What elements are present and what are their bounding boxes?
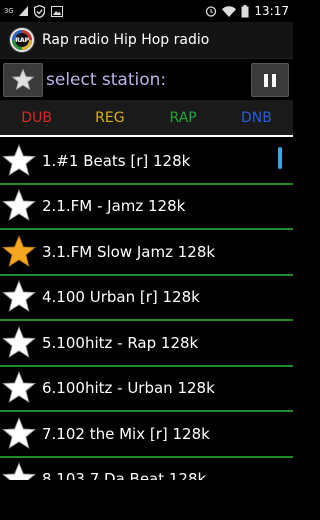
list-scrollbar[interactable] (278, 147, 282, 169)
station-name: 5.100hitz - Rap 128k (42, 333, 199, 352)
image-icon (51, 5, 64, 17)
star-icon (2, 462, 36, 480)
tab-reg[interactable]: REG (73, 100, 146, 135)
station-toolbar: select station: (0, 58, 293, 100)
star-icon (11, 68, 35, 91)
star-icon (2, 280, 36, 313)
alarm-icon (205, 5, 217, 17)
star-icon (2, 234, 36, 267)
station-row[interactable]: 2.1.FM - Jamz 128k (0, 185, 293, 230)
tab-label: RAP (169, 109, 197, 126)
station-name: 8.103.7 Da Beat 128k (42, 470, 207, 480)
station-row[interactable]: 7.102 the Mix [r] 128k (0, 412, 293, 458)
pause-button[interactable] (251, 63, 289, 97)
tab-label: DUB (21, 109, 52, 126)
favorite-toggle[interactable] (0, 143, 42, 179)
station-name: 1.#1 Beats [r] 128k (42, 151, 191, 170)
star-icon (2, 189, 36, 222)
favorite-toggle[interactable] (0, 325, 42, 361)
status-bar: 3G 13:17 (0, 0, 293, 22)
app-title: Rap radio Hip Hop radio (42, 32, 210, 48)
pause-icon-bar-right (272, 73, 276, 87)
station-name: 6.100hitz - Urban 128k (42, 379, 215, 398)
favorite-toggle[interactable] (0, 188, 42, 224)
wifi-icon (222, 5, 237, 17)
favorite-toggle[interactable] (0, 461, 42, 480)
station-row[interactable]: 8.103.7 Da Beat 128k (0, 458, 293, 480)
favorite-toggle[interactable] (0, 370, 42, 406)
star-icon (2, 325, 36, 358)
station-name: 3.1.FM Slow Jamz 128k (42, 242, 216, 261)
action-bar: RAP Rap radio Hip Hop radio (0, 22, 293, 58)
app-logo[interactable]: RAP (10, 28, 34, 52)
star-icon (2, 371, 36, 404)
shield-check-icon (34, 4, 46, 18)
bottom-blank-area (0, 480, 293, 520)
favorites-button[interactable] (3, 63, 43, 97)
station-list[interactable]: 1.#1 Beats [r] 128k 2.1.FM - Jamz 128k 3… (0, 139, 293, 480)
pause-icon-bar-left (264, 73, 268, 87)
station-name: 7.102 the Mix [r] 128k (42, 424, 210, 443)
tab-label: DNB (240, 109, 272, 126)
star-icon (2, 143, 36, 176)
genre-tabs: DUB REG RAP DNB (0, 100, 293, 137)
favorite-toggle[interactable] (0, 279, 42, 315)
star-icon (2, 416, 36, 449)
tab-dnb[interactable]: DNB (220, 100, 293, 135)
station-name: 4.100 Urban [r] 128k (42, 288, 200, 307)
station-row[interactable]: 3.1.FM Slow Jamz 128k (0, 230, 293, 276)
station-row[interactable]: 1.#1 Beats [r] 128k (0, 139, 293, 185)
tab-label: REG (95, 109, 125, 126)
favorite-toggle[interactable] (0, 234, 42, 270)
station-row[interactable]: 6.100hitz - Urban 128k (0, 367, 293, 412)
signal-icon (19, 6, 29, 16)
battery-icon (241, 4, 249, 18)
station-row[interactable]: 5.100hitz - Rap 128k (0, 321, 293, 367)
select-station-label[interactable]: select station: (46, 70, 166, 90)
station-row[interactable]: 4.100 Urban [r] 128k (0, 276, 293, 321)
logo-text: RAP (15, 36, 29, 44)
tab-rap[interactable]: RAP (147, 100, 220, 135)
favorite-toggle[interactable] (0, 416, 42, 452)
station-name: 2.1.FM - Jamz 128k (42, 197, 186, 216)
network-type: 3G (4, 7, 14, 15)
clock-time: 13:17 (254, 4, 289, 18)
tab-dub[interactable]: DUB (0, 100, 73, 135)
